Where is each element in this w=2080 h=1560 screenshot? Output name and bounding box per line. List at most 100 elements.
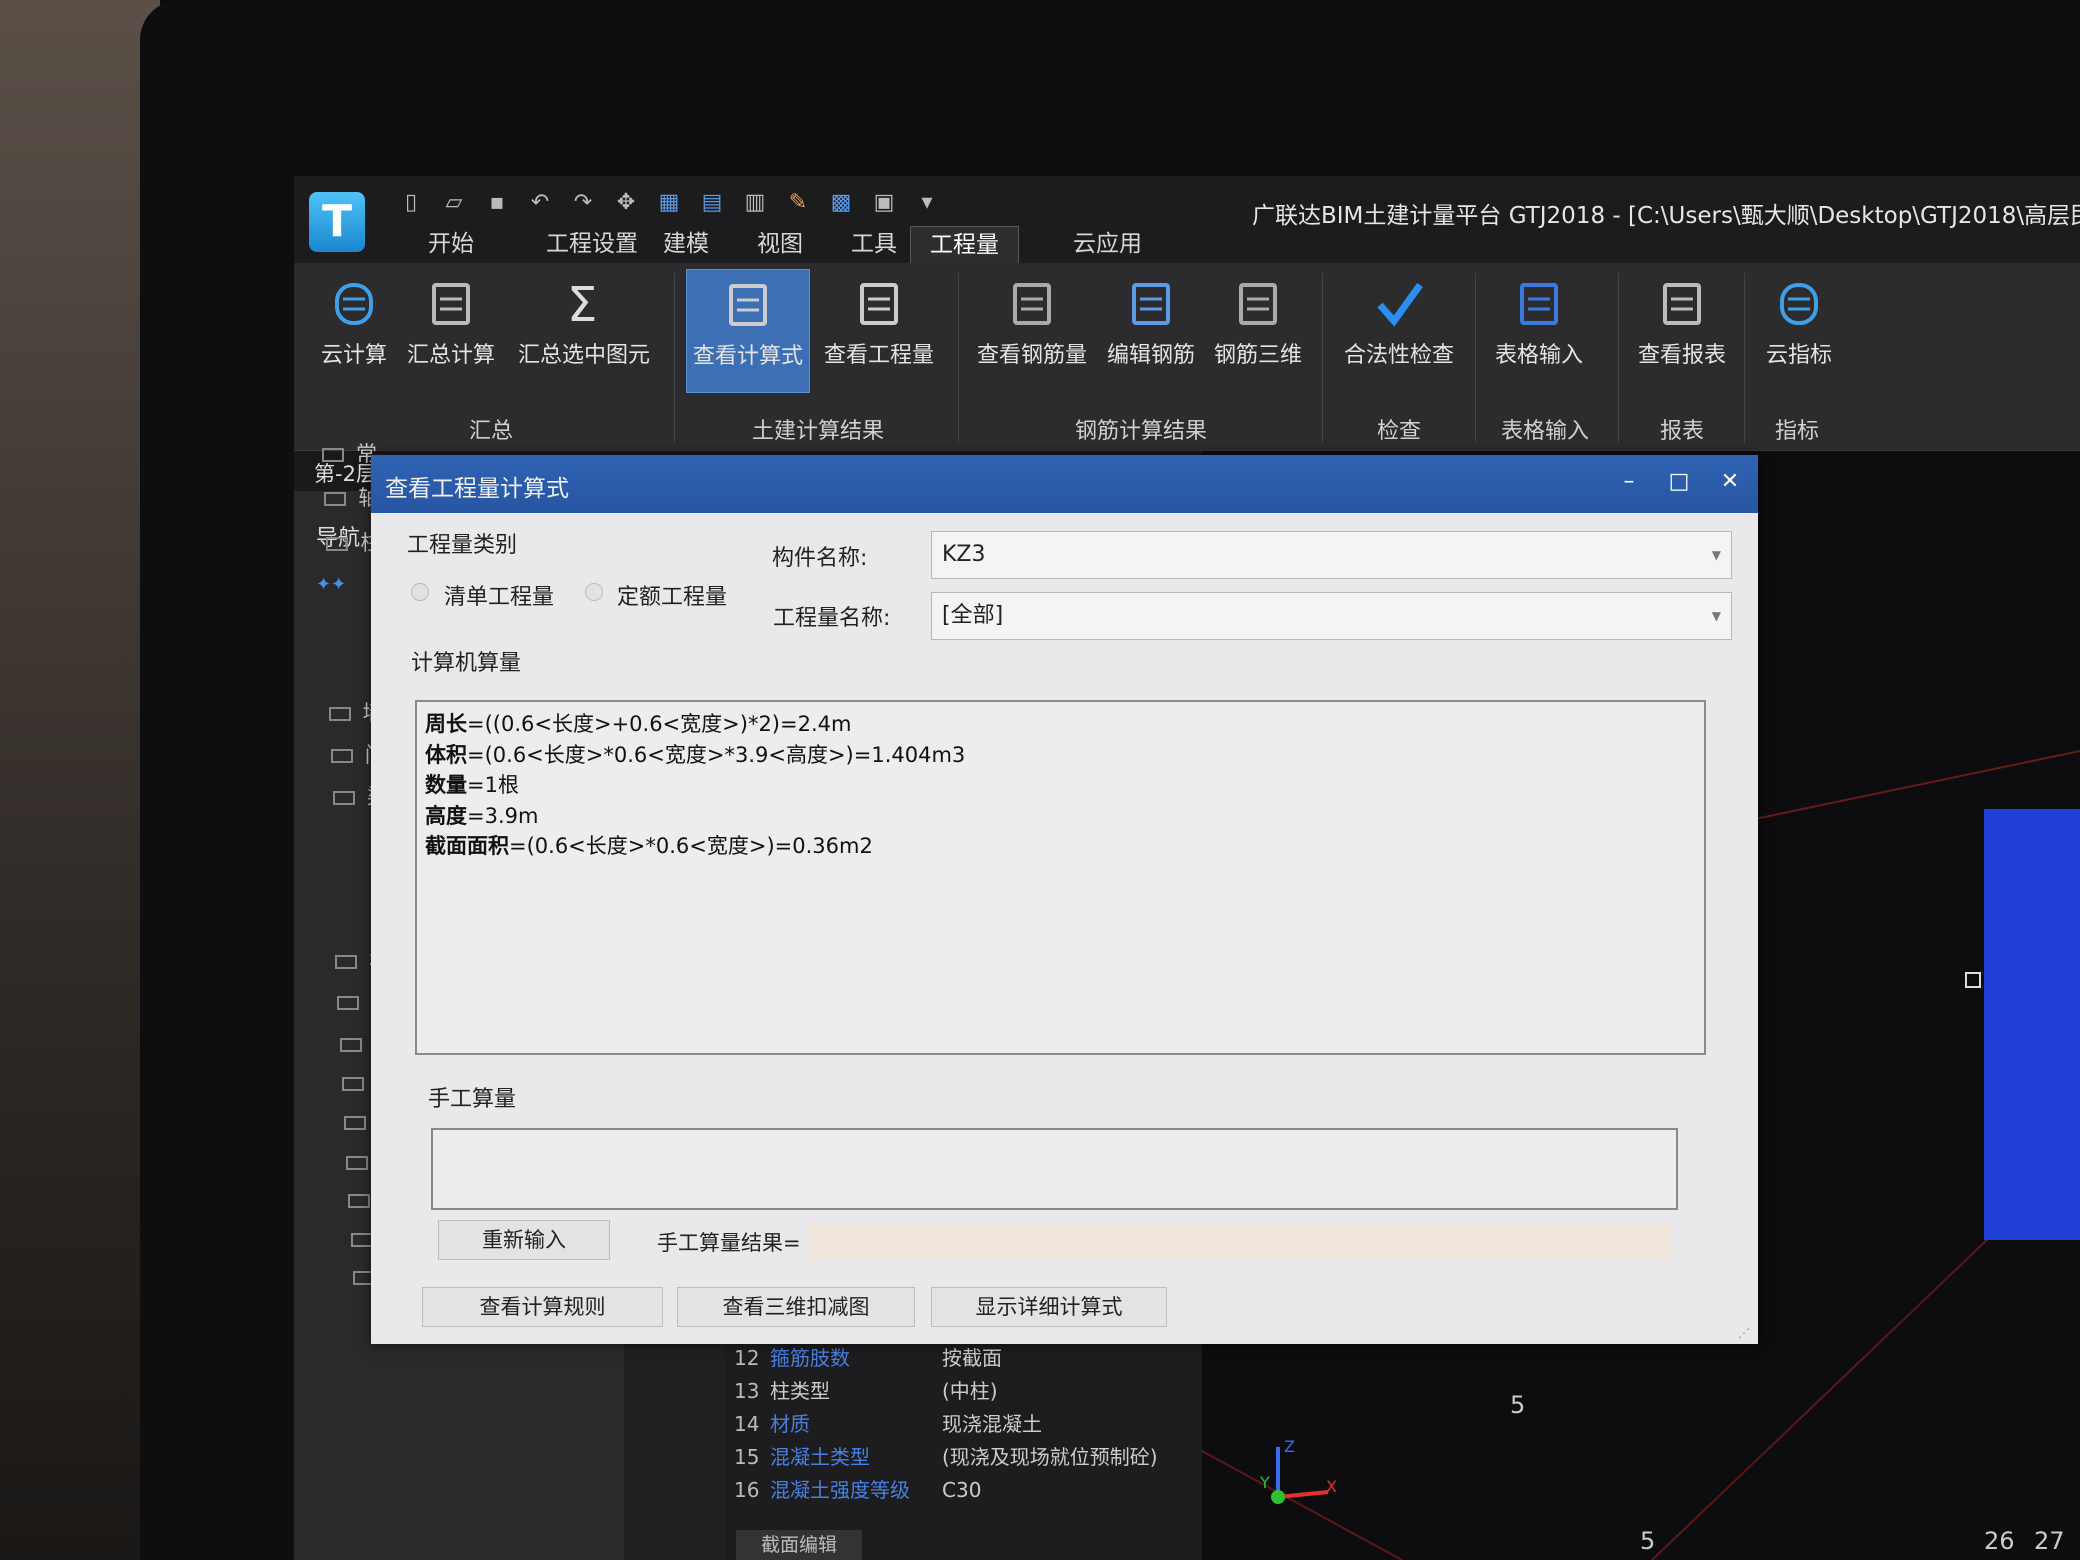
view-formula-dialog: 查看工程量计算式 – □ ✕ 工程量类别 清单工程量 定额工程量 构件名称: K…	[371, 455, 1758, 1344]
tab-0[interactable]: 开始	[420, 226, 482, 263]
app-titlebar: T 广联达BIM土建计量平台 GTJ2018 - [C:\Users\甄大顺\D…	[294, 176, 2080, 263]
property-row[interactable]: 15 混凝土类型 (现浇及现场就位预制砼)	[734, 1441, 1158, 1470]
ribbon-button-5[interactable]: 查看钢筋量	[966, 269, 1098, 393]
expand-icon[interactable]	[350, 1233, 373, 1247]
expand-icon[interactable]	[344, 1116, 366, 1130]
manual-calc-textarea[interactable]	[431, 1128, 1678, 1210]
ribbon-group-label: 指标	[1774, 419, 1820, 444]
grip-square[interactable]	[1965, 972, 1981, 988]
redo-icon[interactable]: ↷	[570, 190, 596, 218]
axis-label: 26	[1984, 1527, 2015, 1555]
show-detailed-formula-button[interactable]: 显示详细计算式	[931, 1287, 1167, 1327]
chevron-down-icon: ▼	[1711, 609, 1721, 623]
formula-name: 截面面积	[425, 834, 509, 858]
view-quantity-icon[interactable]: ▤	[699, 190, 725, 218]
grid-icon[interactable]: ▩	[828, 190, 854, 218]
app-logo[interactable]: T	[309, 192, 365, 252]
tab-6[interactable]: 云应用	[1065, 226, 1150, 263]
row-number: 15	[734, 1445, 760, 1469]
expand-icon[interactable]	[339, 1038, 362, 1052]
ribbon-button-label: 钢筋三维	[1213, 343, 1302, 368]
formula-line: 高度=3.9m	[425, 800, 538, 830]
minimize-icon[interactable]: –	[1614, 469, 1644, 494]
reenter-button[interactable]: 重新输入	[438, 1220, 610, 1260]
radio-quota-quantity[interactable]	[585, 583, 603, 601]
expand-icon[interactable]	[330, 749, 353, 763]
tab-4[interactable]: 工具	[843, 226, 905, 263]
quantity-name-dropdown[interactable]: [全部] ▼	[931, 592, 1732, 640]
maximize-icon[interactable]: □	[1664, 469, 1694, 494]
ribbon-button-11[interactable]: 云指标	[1757, 269, 1841, 393]
property-value[interactable]: (现浇及现场就位预制砼)	[942, 1445, 1158, 1469]
property-name: 混凝土强度等级	[770, 1478, 910, 1502]
expand-icon[interactable]	[346, 1156, 369, 1170]
expand-icon[interactable]	[348, 1194, 371, 1208]
close-icon[interactable]: ✕	[1715, 469, 1745, 494]
formula-expression: =((0.6<长度>+0.6<宽度>)*2)=2.4m	[467, 712, 852, 736]
property-row[interactable]: 14 材质 现浇混凝土	[734, 1408, 1042, 1437]
radio-bill-quantity[interactable]	[411, 583, 429, 601]
undo-icon[interactable]: ↶	[527, 190, 553, 218]
expand-icon[interactable]	[324, 492, 347, 506]
formula-expression: =(0.6<长度>*0.6<宽度>*3.9<高度>)=1.404m3	[467, 742, 966, 767]
expand-icon[interactable]	[341, 1077, 364, 1091]
open-icon[interactable]: ▱	[441, 190, 467, 218]
ribbon-button-3[interactable]: 查看计算式	[686, 269, 810, 393]
check-icon	[1377, 282, 1423, 327]
report-icon[interactable]: ▥	[742, 190, 768, 218]
expand-icon[interactable]	[333, 791, 355, 805]
property-row[interactable]: 12 箍筋肢数 按截面	[734, 1342, 1002, 1371]
new-icon[interactable]: ▯	[398, 190, 424, 218]
column-3d[interactable]	[1984, 809, 2080, 1240]
ribbon-button-label: 合法性检查	[1343, 343, 1454, 368]
ribbon-group-label: 报表	[1659, 419, 1705, 444]
view-calc-rules-button[interactable]: 查看计算规则	[422, 1287, 663, 1327]
ribbon-button-label: 查看工程量	[823, 343, 934, 368]
sum-calc-icon	[432, 283, 470, 325]
ribbon-button-2[interactable]: Σ 汇总选中图元	[506, 269, 662, 393]
pick-icon[interactable]: ✥	[613, 190, 639, 218]
expand-icon[interactable]	[335, 955, 358, 969]
tab-2[interactable]: 建模	[655, 226, 717, 263]
section-edit-button[interactable]: 截面编辑	[736, 1530, 862, 1560]
nav-item[interactable]: 常	[322, 438, 377, 468]
ribbon-button-7[interactable]: 钢筋三维	[1204, 269, 1312, 393]
row-number: 14	[734, 1412, 760, 1436]
ribbon-button-10[interactable]: 查看报表	[1628, 269, 1736, 393]
component-name-dropdown[interactable]: KZ3 ▼	[931, 531, 1732, 579]
property-value[interactable]: (中柱)	[942, 1379, 998, 1403]
radio-bill-label[interactable]: 清单工程量	[444, 579, 554, 611]
resize-grip-icon[interactable]: ⋰	[1738, 1326, 1750, 1340]
ribbon: 云计算 汇总计算 Σ 汇总选中图元 查看计算式 查看工程量 查看钢筋量 编辑钢筋 钢筋三维 合法性…	[294, 263, 2080, 451]
expand-icon[interactable]	[322, 448, 344, 462]
expand-icon[interactable]	[326, 537, 349, 551]
tab-1[interactable]: 工程设置	[538, 226, 646, 263]
ribbon-button-0[interactable]: 云计算	[312, 269, 396, 393]
view-3d-deduction-button[interactable]: 查看三维扣减图	[677, 1287, 915, 1327]
manual-result-field[interactable]	[809, 1223, 1671, 1260]
tab-3[interactable]: 视图	[749, 226, 811, 263]
save-icon[interactable]: ▪	[484, 190, 510, 218]
formula-textarea[interactable]: 周长=((0.6<长度>+0.6<宽度>)*2)=2.4m 体积=(0.6<长度>…	[415, 700, 1706, 1055]
expand-icon[interactable]	[328, 707, 351, 721]
property-value[interactable]: C30	[942, 1478, 981, 1502]
ribbon-button-8[interactable]: 合法性检查	[1333, 269, 1465, 393]
more-icon[interactable]: ▾	[914, 190, 940, 218]
ribbon-button-4[interactable]: 查看工程量	[813, 269, 945, 393]
ribbon-button-label: 云指标	[1765, 343, 1832, 368]
ribbon-button-9[interactable]: 表格输入	[1485, 269, 1593, 393]
view-formula-icon[interactable]: ▦	[656, 190, 682, 218]
component-icon[interactable]: ▣	[871, 190, 897, 218]
property-row[interactable]: 16 混凝土强度等级 C30	[734, 1474, 981, 1503]
property-row[interactable]: 13 柱类型 (中柱)	[734, 1375, 998, 1404]
brush-icon[interactable]: ✎	[785, 190, 811, 218]
radio-quota-label[interactable]: 定额工程量	[617, 579, 727, 611]
expand-icon[interactable]	[337, 996, 360, 1010]
ribbon-button-1[interactable]: 汇总计算	[397, 269, 505, 393]
dialog-titlebar[interactable]: 查看工程量计算式 – □ ✕	[371, 455, 1758, 513]
pin-icon[interactable]: ✦✦	[316, 574, 346, 595]
property-value[interactable]: 现浇混凝土	[942, 1412, 1042, 1436]
tab-5[interactable]: 工程量	[910, 226, 1019, 263]
property-value[interactable]: 按截面	[942, 1346, 1002, 1370]
ribbon-button-6[interactable]: 编辑钢筋	[1097, 269, 1205, 393]
